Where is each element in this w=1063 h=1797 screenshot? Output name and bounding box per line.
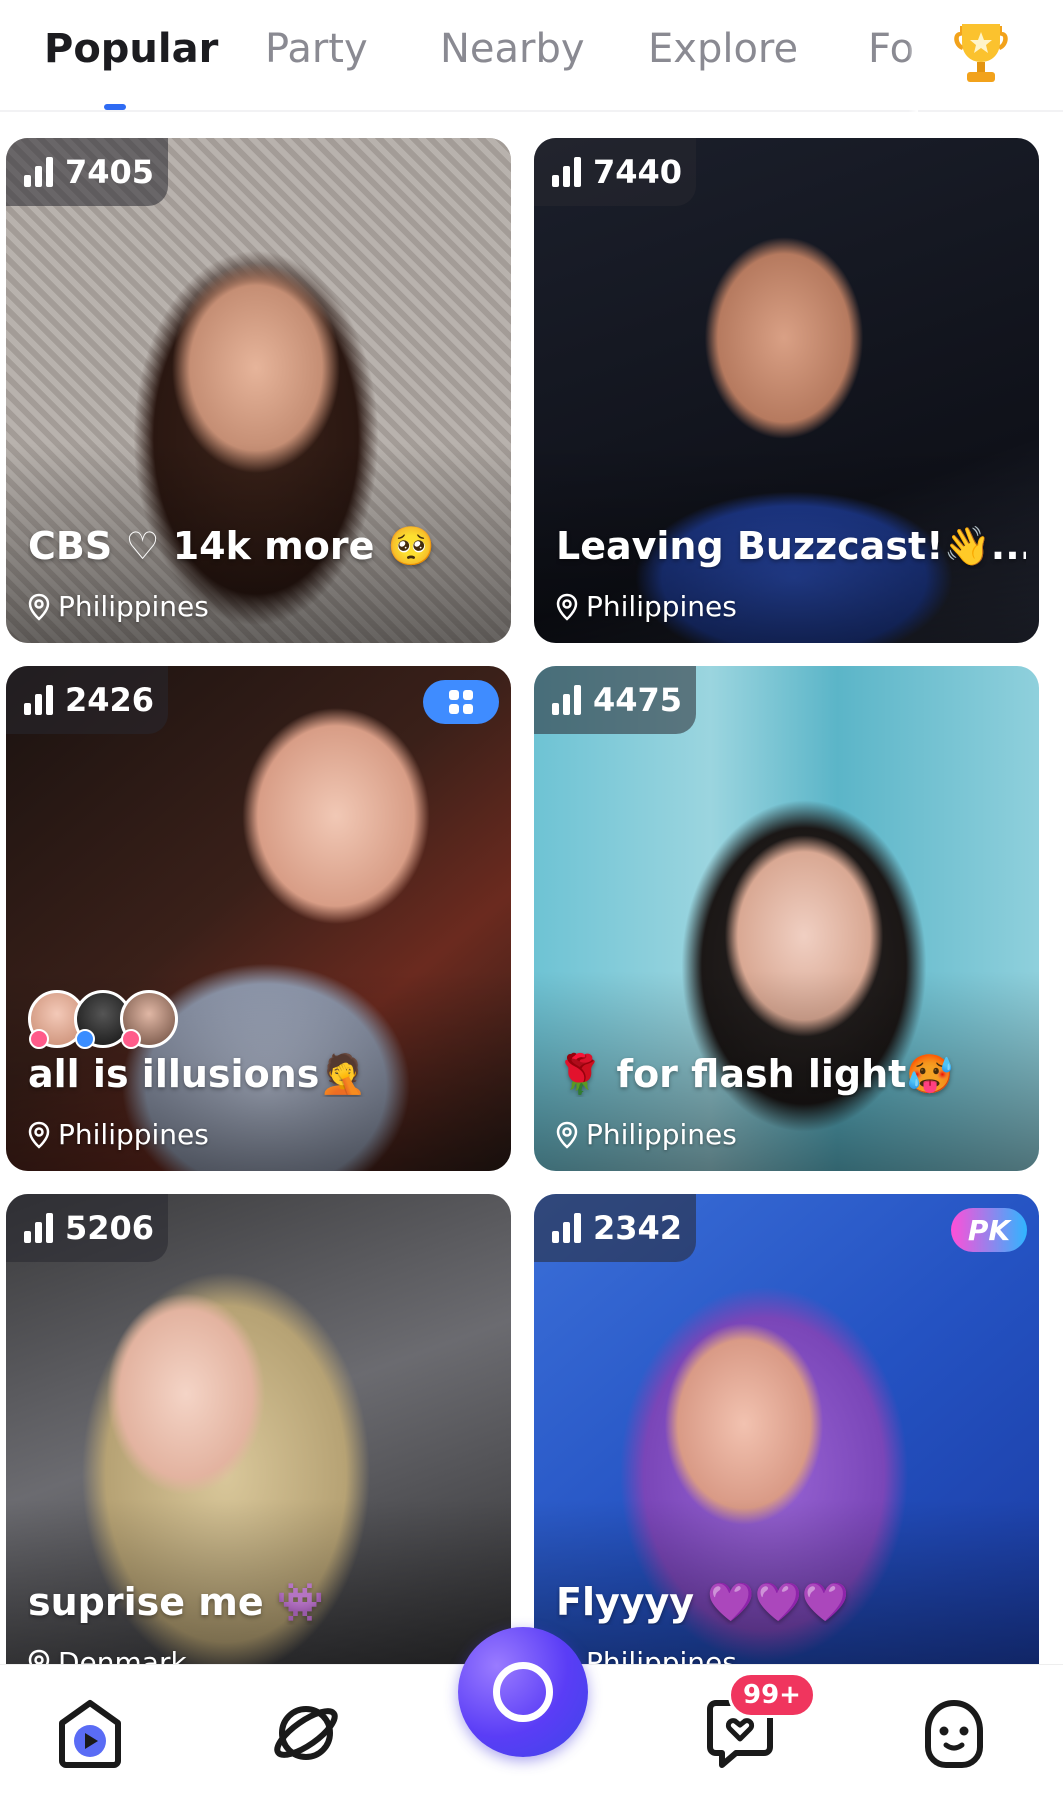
location-label: Denmark: [58, 1646, 187, 1664]
viewer-count-value: 2342: [593, 1209, 683, 1247]
trophy-icon[interactable]: [950, 20, 1012, 86]
category-tabs: Popular Party Nearby Explore Fo: [0, 0, 918, 112]
location-label: Philippines: [58, 590, 209, 623]
nav-profile-face-icon[interactable]: [914, 1693, 994, 1773]
room-title: all is illusions🤦: [28, 1052, 367, 1096]
viewer-count-value: 5206: [65, 1209, 155, 1247]
signal-bars-icon: [552, 1213, 581, 1243]
location-pin-icon: [28, 1649, 50, 1664]
location-label: Philippines: [586, 1118, 737, 1151]
viewer-count: 4475: [534, 666, 697, 734]
room-location: Philippines: [28, 1118, 209, 1151]
signal-bars-icon: [24, 157, 53, 187]
room-location: Denmark: [28, 1646, 187, 1664]
guest-avatars: [28, 990, 178, 1049]
gender-female-icon: [121, 1029, 141, 1049]
top-tab-bar: Popular Party Nearby Explore Fo: [0, 0, 1063, 112]
go-live-ring-icon: [493, 1662, 553, 1722]
room-title: suprise me 👾: [28, 1580, 325, 1624]
signal-bars-icon: [552, 685, 581, 715]
messages-unread-badge: 99+: [728, 1672, 816, 1718]
room-title: Flyyyy 💜💜💜: [556, 1580, 850, 1624]
viewer-count: 7440: [534, 138, 697, 206]
signal-bars-icon: [24, 685, 53, 715]
signal-bars-icon: [24, 1213, 53, 1243]
viewer-count: 7405: [6, 138, 169, 206]
avatar: [120, 990, 178, 1049]
live-room-grid: 7405 CBS ♡ 14k more 🥺 Philippines 7440 L…: [0, 138, 1063, 1664]
viewer-count: 5206: [6, 1194, 169, 1262]
tab-party[interactable]: Party: [265, 26, 368, 72]
pk-battle-badge: PK: [951, 1208, 1027, 1252]
location-pin-icon: [28, 1121, 50, 1149]
live-room-card[interactable]: 2342 PK Flyyyy 💜💜💜 Philippines: [534, 1194, 1039, 1664]
viewer-count-value: 2426: [65, 681, 155, 719]
live-room-card[interactable]: 5206 suprise me 👾 Denmark: [6, 1194, 511, 1664]
grid-icon: [449, 690, 473, 714]
location-pin-icon: [28, 593, 50, 621]
viewer-count: 2342: [534, 1194, 697, 1262]
tab-explore[interactable]: Explore: [648, 26, 798, 72]
location-label: Philippines: [586, 590, 737, 623]
room-location: Philippines: [556, 590, 737, 623]
tabs-fade: [908, 0, 918, 112]
live-room-card[interactable]: 7440 Leaving Buzzcast!👋... Philippines: [534, 138, 1039, 643]
tab-popular[interactable]: Popular: [44, 26, 218, 72]
room-title: Leaving Buzzcast!👋...: [556, 524, 1026, 568]
live-room-card[interactable]: 7405 CBS ♡ 14k more 🥺 Philippines: [6, 138, 511, 643]
viewer-count: 2426: [6, 666, 169, 734]
room-location: Philippines: [556, 1646, 737, 1664]
room-title: 🌹 for flash light🥵: [556, 1052, 954, 1096]
gender-male-icon: [75, 1029, 95, 1049]
room-title: CBS ♡ 14k more 🥺: [28, 524, 435, 568]
tab-nearby[interactable]: Nearby: [440, 26, 585, 72]
viewer-count-value: 4475: [593, 681, 683, 719]
gender-female-icon: [29, 1029, 49, 1049]
location-label: Philippines: [58, 1118, 209, 1151]
room-location: Philippines: [556, 1118, 737, 1151]
nav-home-live-icon[interactable]: [50, 1693, 130, 1773]
location-pin-icon: [556, 593, 578, 621]
signal-bars-icon: [552, 157, 581, 187]
live-room-card[interactable]: 2426 all is illusions🤦 Philippines: [6, 666, 511, 1171]
viewer-count-value: 7440: [593, 153, 683, 191]
go-live-button[interactable]: [458, 1627, 588, 1757]
nav-explore-planet-icon[interactable]: [266, 1693, 346, 1773]
location-pin-icon: [556, 1121, 578, 1149]
location-label: Philippines: [586, 1646, 737, 1664]
active-tab-indicator: [104, 104, 126, 110]
live-room-card[interactable]: 4475 🌹 for flash light🥵 Philippines: [534, 666, 1039, 1171]
room-location: Philippines: [28, 590, 209, 623]
viewer-count-value: 7405: [65, 153, 155, 191]
multi-guest-badge: [423, 680, 499, 724]
